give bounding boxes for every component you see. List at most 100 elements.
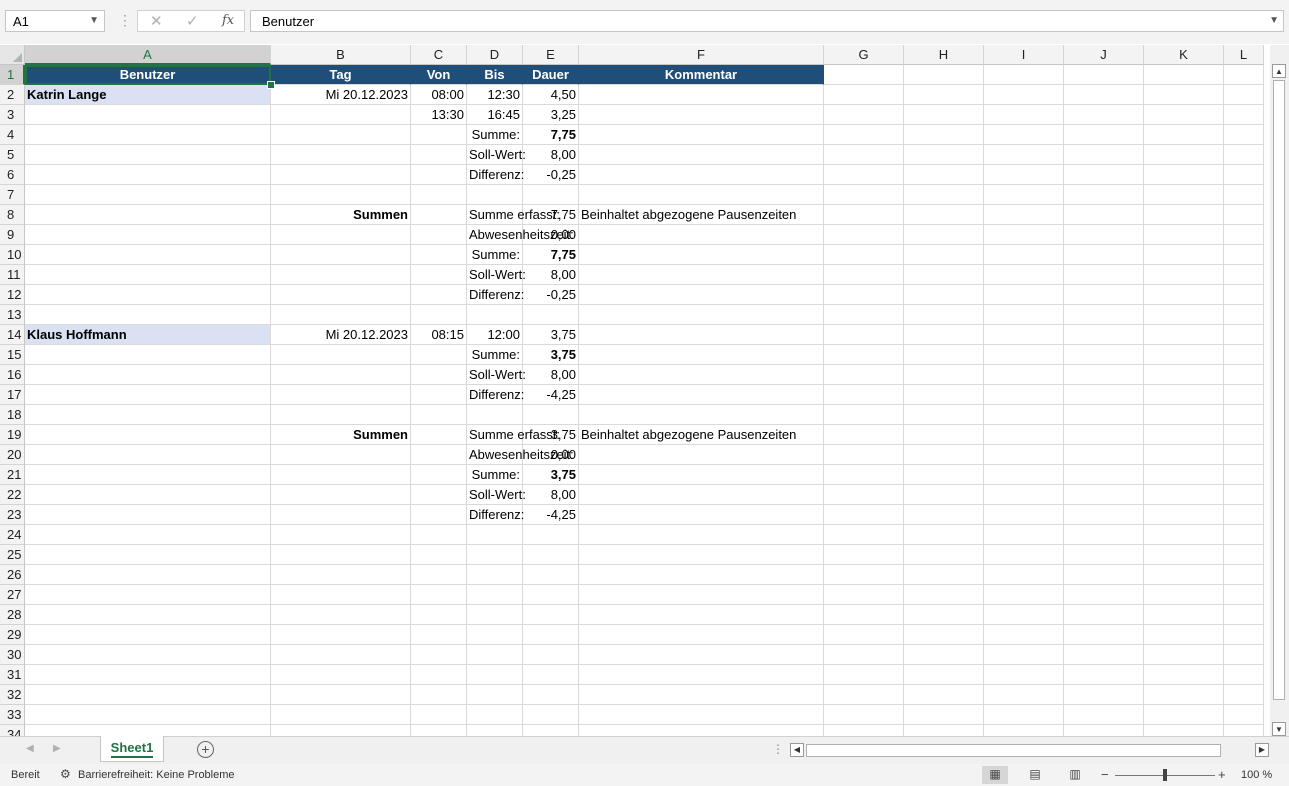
cell-b23[interactable]: [271, 505, 411, 525]
cell-f25[interactable]: [579, 545, 824, 565]
cell-j2[interactable]: [1064, 85, 1144, 105]
cell-d18[interactable]: [467, 405, 523, 425]
row-header-18[interactable]: 18: [0, 405, 25, 425]
cell-c3[interactable]: 13:30: [411, 105, 467, 125]
cell-h34[interactable]: [904, 725, 984, 736]
name-box[interactable]: A1 ▼: [5, 10, 105, 32]
row-header-14[interactable]: 14: [0, 325, 25, 345]
cell-g32[interactable]: [824, 685, 904, 705]
cell-i18[interactable]: [984, 405, 1064, 425]
cell-g10[interactable]: [824, 245, 904, 265]
cell-d21[interactable]: Summe:: [467, 465, 523, 485]
cell-l16[interactable]: [1224, 365, 1264, 385]
cell-k10[interactable]: [1144, 245, 1224, 265]
row-header-4[interactable]: 4: [0, 125, 25, 145]
cell-c27[interactable]: [411, 585, 467, 605]
cell-e16[interactable]: 8,00: [523, 365, 579, 385]
cell-a13[interactable]: [25, 305, 271, 325]
cell-k25[interactable]: [1144, 545, 1224, 565]
cell-c7[interactable]: [411, 185, 467, 205]
cell-k33[interactable]: [1144, 705, 1224, 725]
cell-l14[interactable]: [1224, 325, 1264, 345]
cell-j17[interactable]: [1064, 385, 1144, 405]
row-header-5[interactable]: 5: [0, 145, 25, 165]
cell-h4[interactable]: [904, 125, 984, 145]
row-header-26[interactable]: 26: [0, 565, 25, 585]
cell-a29[interactable]: [25, 625, 271, 645]
cell-g9[interactable]: [824, 225, 904, 245]
cell-i29[interactable]: [984, 625, 1064, 645]
cell-c33[interactable]: [411, 705, 467, 725]
cell-l23[interactable]: [1224, 505, 1264, 525]
cell-l9[interactable]: [1224, 225, 1264, 245]
cell-f2[interactable]: [579, 85, 824, 105]
cell-l22[interactable]: [1224, 485, 1264, 505]
cell-i11[interactable]: [984, 265, 1064, 285]
cell-k15[interactable]: [1144, 345, 1224, 365]
cell-l15[interactable]: [1224, 345, 1264, 365]
cell-a21[interactable]: [25, 465, 271, 485]
cell-f8[interactable]: Beinhaltet abgezogene Pausenzeiten: [579, 205, 824, 225]
cell-b12[interactable]: [271, 285, 411, 305]
cell-b24[interactable]: [271, 525, 411, 545]
cell-j15[interactable]: [1064, 345, 1144, 365]
cell-j32[interactable]: [1064, 685, 1144, 705]
cell-g11[interactable]: [824, 265, 904, 285]
cell-c31[interactable]: [411, 665, 467, 685]
cell-j33[interactable]: [1064, 705, 1144, 725]
cell-d26[interactable]: [467, 565, 523, 585]
cell-g27[interactable]: [824, 585, 904, 605]
cell-h24[interactable]: [904, 525, 984, 545]
cell-d9[interactable]: Abwesenheitszeit:: [467, 225, 574, 245]
cell-b2[interactable]: Mi 20.12.2023: [271, 85, 411, 105]
cell-a33[interactable]: [25, 705, 271, 725]
cell-c24[interactable]: [411, 525, 467, 545]
cell-b10[interactable]: [271, 245, 411, 265]
cell-d1[interactable]: Bis: [467, 65, 523, 85]
column-header-i[interactable]: I: [984, 45, 1064, 65]
cell-g18[interactable]: [824, 405, 904, 425]
cell-h32[interactable]: [904, 685, 984, 705]
cell-i2[interactable]: [984, 85, 1064, 105]
column-header-h[interactable]: H: [904, 45, 984, 65]
cell-l18[interactable]: [1224, 405, 1264, 425]
row-header-20[interactable]: 20: [0, 445, 25, 465]
cell-k21[interactable]: [1144, 465, 1224, 485]
cell-b13[interactable]: [271, 305, 411, 325]
cell-i33[interactable]: [984, 705, 1064, 725]
row-header-32[interactable]: 32: [0, 685, 25, 705]
cell-f27[interactable]: [579, 585, 824, 605]
cell-i32[interactable]: [984, 685, 1064, 705]
cell-e14[interactable]: 3,75: [523, 325, 579, 345]
row-header-6[interactable]: 6: [0, 165, 25, 185]
cell-e8[interactable]: 7,75: [523, 205, 579, 225]
cell-f30[interactable]: [579, 645, 824, 665]
cell-d19[interactable]: Summe erfasst:: [467, 425, 560, 445]
cell-f9[interactable]: [579, 225, 824, 245]
cell-d29[interactable]: [467, 625, 523, 645]
cell-f14[interactable]: [579, 325, 824, 345]
cell-k23[interactable]: [1144, 505, 1224, 525]
cell-b22[interactable]: [271, 485, 411, 505]
cell-d22[interactable]: Soll-Wert:: [467, 485, 526, 505]
vertical-scrollbar[interactable]: ▲ ▼: [1270, 45, 1289, 736]
cell-h3[interactable]: [904, 105, 984, 125]
cell-d27[interactable]: [467, 585, 523, 605]
cell-j28[interactable]: [1064, 605, 1144, 625]
cell-b33[interactable]: [271, 705, 411, 725]
cell-e4[interactable]: 7,75: [523, 125, 579, 145]
cell-k9[interactable]: [1144, 225, 1224, 245]
cell-h23[interactable]: [904, 505, 984, 525]
sheet-tab-sheet1[interactable]: Sheet1: [100, 736, 164, 762]
cell-i24[interactable]: [984, 525, 1064, 545]
cell-b21[interactable]: [271, 465, 411, 485]
cell-c16[interactable]: [411, 365, 467, 385]
cell-c25[interactable]: [411, 545, 467, 565]
cell-l1[interactable]: [1224, 65, 1264, 85]
cell-l25[interactable]: [1224, 545, 1264, 565]
cell-l5[interactable]: [1224, 145, 1264, 165]
cell-g5[interactable]: [824, 145, 904, 165]
cell-j7[interactable]: [1064, 185, 1144, 205]
cell-g6[interactable]: [824, 165, 904, 185]
scroll-down-icon[interactable]: ▼: [1272, 722, 1286, 736]
